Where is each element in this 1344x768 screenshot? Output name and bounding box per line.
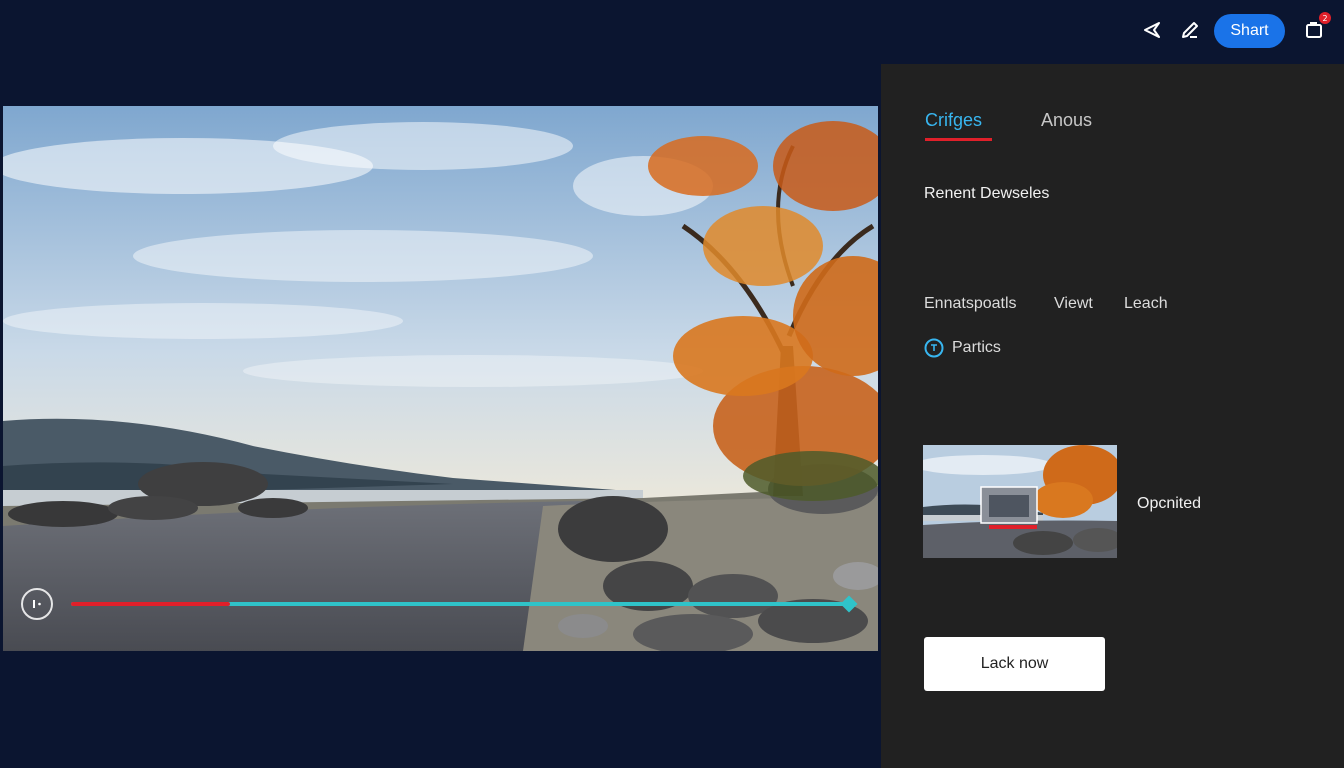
tab-crifges[interactable]: Crifges bbox=[925, 110, 982, 131]
lock-now-label: Lack now bbox=[980, 655, 1049, 672]
notification-icon[interactable]: 2 bbox=[1302, 12, 1331, 42]
lock-now-button[interactable]: Lack now bbox=[924, 637, 1105, 691]
send-icon[interactable] bbox=[1140, 18, 1164, 42]
tab-anous[interactable]: Anous bbox=[1041, 110, 1092, 131]
subtab-viewt[interactable]: Viewt bbox=[1054, 295, 1093, 313]
thumbnail-label: Opcnited bbox=[1137, 495, 1202, 512]
progress-fill bbox=[71, 602, 230, 606]
option-partics[interactable]: Partics bbox=[924, 337, 1001, 359]
play-icon bbox=[33, 600, 41, 608]
subtab-ennatspoatls[interactable]: Ennatspoatls bbox=[924, 295, 1017, 313]
section-heading: Renent Dewseles bbox=[924, 185, 1050, 202]
share-button[interactable]: Shart bbox=[1214, 14, 1285, 48]
video-frame bbox=[3, 106, 878, 651]
edit-icon[interactable] bbox=[1178, 18, 1202, 42]
active-tab-indicator bbox=[925, 138, 992, 141]
top-bar: Shart 2 bbox=[0, 0, 1344, 64]
share-button-label: Shart bbox=[1230, 22, 1269, 39]
video-thumbnail[interactable] bbox=[923, 445, 1117, 558]
subtab-leach[interactable]: Leach bbox=[1124, 295, 1168, 313]
option-label: Partics bbox=[952, 339, 1001, 356]
video-player[interactable] bbox=[3, 106, 878, 651]
notification-badge: 2 bbox=[1319, 12, 1331, 24]
side-panel: Crifges Anous Renent Dewseles Ennatspoat… bbox=[881, 64, 1344, 768]
clock-icon bbox=[924, 338, 944, 358]
play-button[interactable] bbox=[21, 588, 53, 620]
progress-track[interactable] bbox=[71, 595, 858, 613]
thumbnail-image bbox=[923, 445, 1117, 558]
